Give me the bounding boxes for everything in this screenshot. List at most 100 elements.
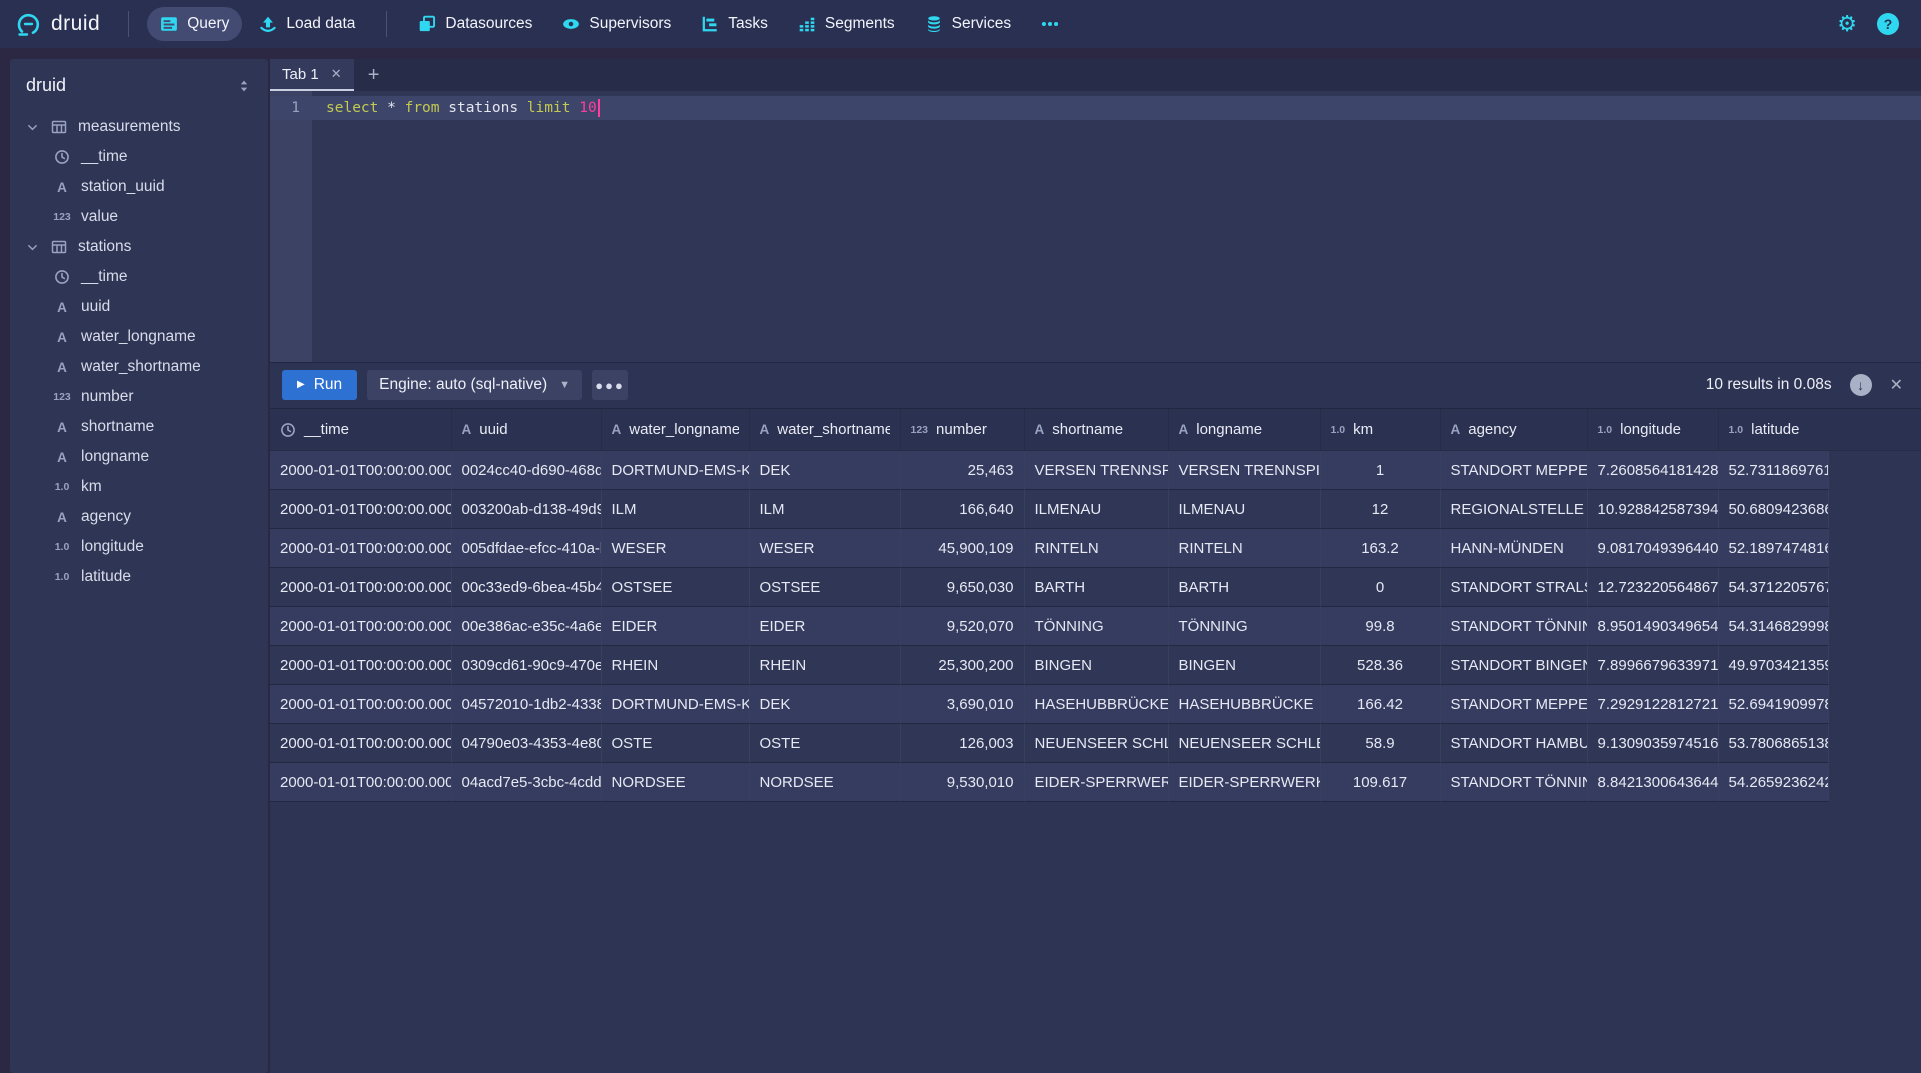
nav-item-tasks[interactable]: Tasks [688,7,781,41]
cell-km[interactable]: 1 [1320,451,1440,490]
cell-shortname[interactable]: VERSEN TRENNSPITZE [1024,451,1168,490]
tree-column-item[interactable]: 1.0latitude [10,562,268,592]
tree-column-item[interactable]: __time [10,262,268,292]
column-header-latitude[interactable]: 1.0latitude [1718,409,1828,451]
cell-longitude[interactable]: 12.7232205648671 [1587,568,1718,607]
cell-agency[interactable]: STANDORT MEPPEN [1440,685,1587,724]
cell-agency[interactable]: STANDORT STRALSUND [1440,568,1587,607]
cell-uuid[interactable]: 0024cc40-d690-468d- [451,451,601,490]
cell-shortname[interactable]: NEUENSEER SCHLEUSE [1024,724,1168,763]
cell-longname[interactable]: HASEHUBBRÜCKE [1168,685,1320,724]
cell-water_longname[interactable]: ILM [601,490,749,529]
tree-column-item[interactable]: Astation_uuid [10,172,268,202]
tree-column-item[interactable]: Auuid [10,292,268,322]
cell-water_longname[interactable]: EIDER [601,607,749,646]
cell-agency[interactable]: HANN-MÜNDEN [1440,529,1587,568]
cell-number[interactable]: 45,900,109 [900,529,1024,568]
cell-latitude[interactable]: 52.7311869761801 [1718,451,1828,490]
tree-table-item[interactable]: measurements [10,112,268,142]
cell-longitude[interactable]: 7.26085641814281 [1587,451,1718,490]
cell-number[interactable]: 9,650,030 [900,568,1024,607]
cell-latitude[interactable]: 52.1897474816781 [1718,529,1828,568]
cell-latitude[interactable]: 52.6941909978421 [1718,685,1828,724]
nav-item-datasources[interactable]: Datasources [405,7,545,41]
column-header-agency[interactable]: Aagency [1440,409,1587,451]
cell-number[interactable]: 166,640 [900,490,1024,529]
cell-agency[interactable]: STANDORT HAMBURG [1440,724,1587,763]
cell-longname[interactable]: NEUENSEER SCHLEUSE [1168,724,1320,763]
cell-longname[interactable]: ILMENAU [1168,490,1320,529]
column-header-longname[interactable]: Alongname [1168,409,1320,451]
tree-column-item[interactable]: 123value [10,202,268,232]
column-header-water_shortname[interactable]: Awater_shortname [749,409,900,451]
cell-longname[interactable]: BINGEN [1168,646,1320,685]
cell-water_shortname[interactable]: DEK [749,685,900,724]
download-icon[interactable]: ↓ [1850,374,1872,396]
sql-editor[interactable]: 1 select * from stations limit 10 [270,91,1921,362]
cell-water_longname[interactable]: OSTE [601,724,749,763]
column-header-water_longname[interactable]: Awater_longname [601,409,749,451]
cell-__time[interactable]: 2000-01-01T00:00:00.000Z [270,685,451,724]
cell-__time[interactable]: 2000-01-01T00:00:00.000Z [270,646,451,685]
cell-uuid[interactable]: 0309cd61-90c9-470e- [451,646,601,685]
cell-uuid[interactable]: 04572010-1db2-4338- [451,685,601,724]
cell-shortname[interactable]: BARTH [1024,568,1168,607]
cell-water_longname[interactable]: DORTMUND-EMS-KANAL [601,451,749,490]
cell-shortname[interactable]: EIDER-SPERRWERK AP [1024,763,1168,802]
cell-water_longname[interactable]: RHEIN [601,646,749,685]
nav-item-segments[interactable]: Segments [785,7,908,41]
cell-agency[interactable]: STANDORT BINGEN [1440,646,1587,685]
cell-__time[interactable]: 2000-01-01T00:00:00.000Z [270,607,451,646]
cell-water_shortname[interactable]: OSTSEE [749,568,900,607]
tree-table-item[interactable]: stations [10,232,268,262]
tree-column-item[interactable]: __time [10,142,268,172]
cell-longitude[interactable]: 7.89966796339711 [1587,646,1718,685]
cell-water_shortname[interactable]: NORDSEE [749,763,900,802]
druid-logo[interactable]: druid [16,11,100,37]
cell-agency[interactable]: STANDORT TÖNNING [1440,763,1587,802]
help-icon[interactable]: ? [1877,13,1899,35]
tree-column-item[interactable]: 1.0km [10,472,268,502]
cell-longname[interactable]: RINTELN [1168,529,1320,568]
cell-km[interactable]: 99.8 [1320,607,1440,646]
cell-shortname[interactable]: ILMENAU [1024,490,1168,529]
double-caret-sort-icon[interactable] [236,78,252,94]
cell-longname[interactable]: BARTH [1168,568,1320,607]
cell-water_shortname[interactable]: EIDER [749,607,900,646]
cell-longitude[interactable]: 8.84213006436441 [1587,763,1718,802]
cell-km[interactable]: 163.2 [1320,529,1440,568]
cell-water_longname[interactable]: WESER [601,529,749,568]
nav-item-services[interactable]: Services [912,7,1024,41]
cell-__time[interactable]: 2000-01-01T00:00:00.000Z [270,568,451,607]
cell-longitude[interactable]: 8.95014903496541 [1587,607,1718,646]
settings-gear-icon[interactable]: ⚙ [1837,13,1857,35]
cell-water_longname[interactable]: OSTSEE [601,568,749,607]
tree-column-item[interactable]: Ashortname [10,412,268,442]
cell-water_shortname[interactable]: RHEIN [749,646,900,685]
cell-latitude[interactable]: 50.6809423686971 [1718,490,1828,529]
cell-uuid[interactable]: 00c33ed9-6bea-45b4- [451,568,601,607]
column-header-number[interactable]: 123number [900,409,1024,451]
cell-water_shortname[interactable]: DEK [749,451,900,490]
cell-km[interactable]: 109.617 [1320,763,1440,802]
nav-item-query[interactable]: Query [147,7,242,41]
cell-number[interactable]: 9,520,070 [900,607,1024,646]
tree-column-item[interactable]: Alongname [10,442,268,472]
cell-km[interactable]: 528.36 [1320,646,1440,685]
cell-km[interactable]: 58.9 [1320,724,1440,763]
cell-km[interactable]: 0 [1320,568,1440,607]
cell-water_shortname[interactable]: OSTE [749,724,900,763]
run-button[interactable]: ▶ Run [282,370,357,400]
column-header-longitude[interactable]: 1.0longitude [1587,409,1718,451]
cell-longname[interactable]: TÖNNING [1168,607,1320,646]
run-more-button[interactable]: ●●● [592,370,628,400]
cell-shortname[interactable]: TÖNNING [1024,607,1168,646]
tree-column-item[interactable]: Awater_shortname [10,352,268,382]
tree-column-item[interactable]: Awater_longname [10,322,268,352]
cell-shortname[interactable]: BINGEN [1024,646,1168,685]
cell-agency[interactable]: STANDORT MEPPEN [1440,451,1587,490]
cell-km[interactable]: 12 [1320,490,1440,529]
cell-uuid[interactable]: 003200ab-d138-49d9- [451,490,601,529]
tab-1[interactable]: Tab 1 ✕ [270,59,354,91]
cell-water_longname[interactable]: NORDSEE [601,763,749,802]
